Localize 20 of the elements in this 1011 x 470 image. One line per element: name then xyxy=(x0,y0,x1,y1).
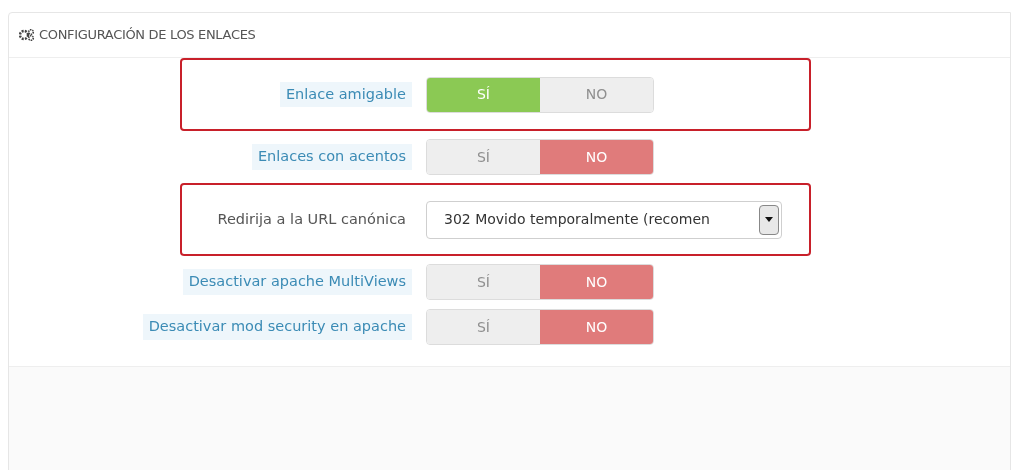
field-label: Enlaces con acentos xyxy=(251,144,412,170)
no-option[interactable]: NO xyxy=(540,310,653,344)
no-option[interactable]: NO xyxy=(540,77,653,112)
yes-option[interactable]: SÍ xyxy=(427,265,540,299)
gears-icon xyxy=(19,29,35,41)
no-option[interactable]: NO xyxy=(540,140,653,174)
field-label: Enlace amigable xyxy=(279,81,412,108)
toggle-switch[interactable]: SÍ NO xyxy=(426,76,654,113)
yes-option[interactable]: SÍ xyxy=(427,77,540,112)
toggle-switch[interactable]: SÍ NO xyxy=(426,139,654,175)
field-label: Redirija a la URL canónica xyxy=(216,209,407,229)
field-label: Desactivar mod security en apache xyxy=(142,314,412,340)
field-label: Desactivar apache MultiViews xyxy=(182,269,412,295)
panel-title: CONFIGURACIÓN DE LOS ENLACES xyxy=(39,26,256,45)
yes-option[interactable]: SÍ xyxy=(427,310,540,344)
no-option[interactable]: NO xyxy=(540,265,653,299)
toggle-switch[interactable]: SÍ NO xyxy=(426,309,654,345)
dropdown-select[interactable]: 302 Movido temporalmente (recomen xyxy=(426,200,782,239)
toggle-switch[interactable]: SÍ NO xyxy=(426,264,654,300)
yes-option[interactable]: SÍ xyxy=(427,140,540,174)
